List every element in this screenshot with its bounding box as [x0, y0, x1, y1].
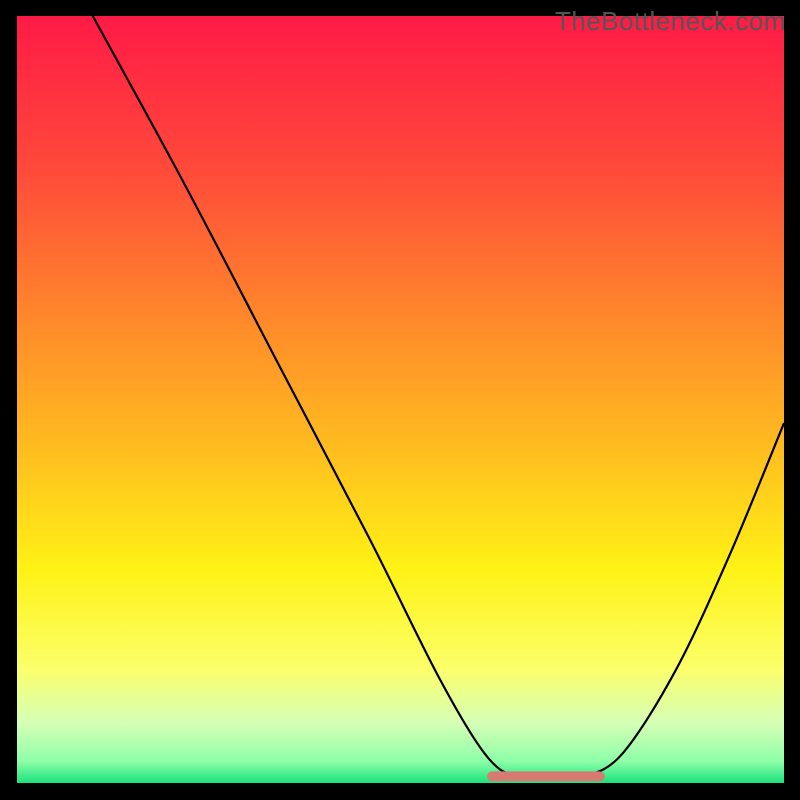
- bottleneck-chart: [16, 16, 784, 784]
- chart-frame: TheBottleneck.com: [0, 0, 800, 800]
- gradient-background: [16, 16, 784, 784]
- watermark-text: TheBottleneck.com: [555, 6, 786, 37]
